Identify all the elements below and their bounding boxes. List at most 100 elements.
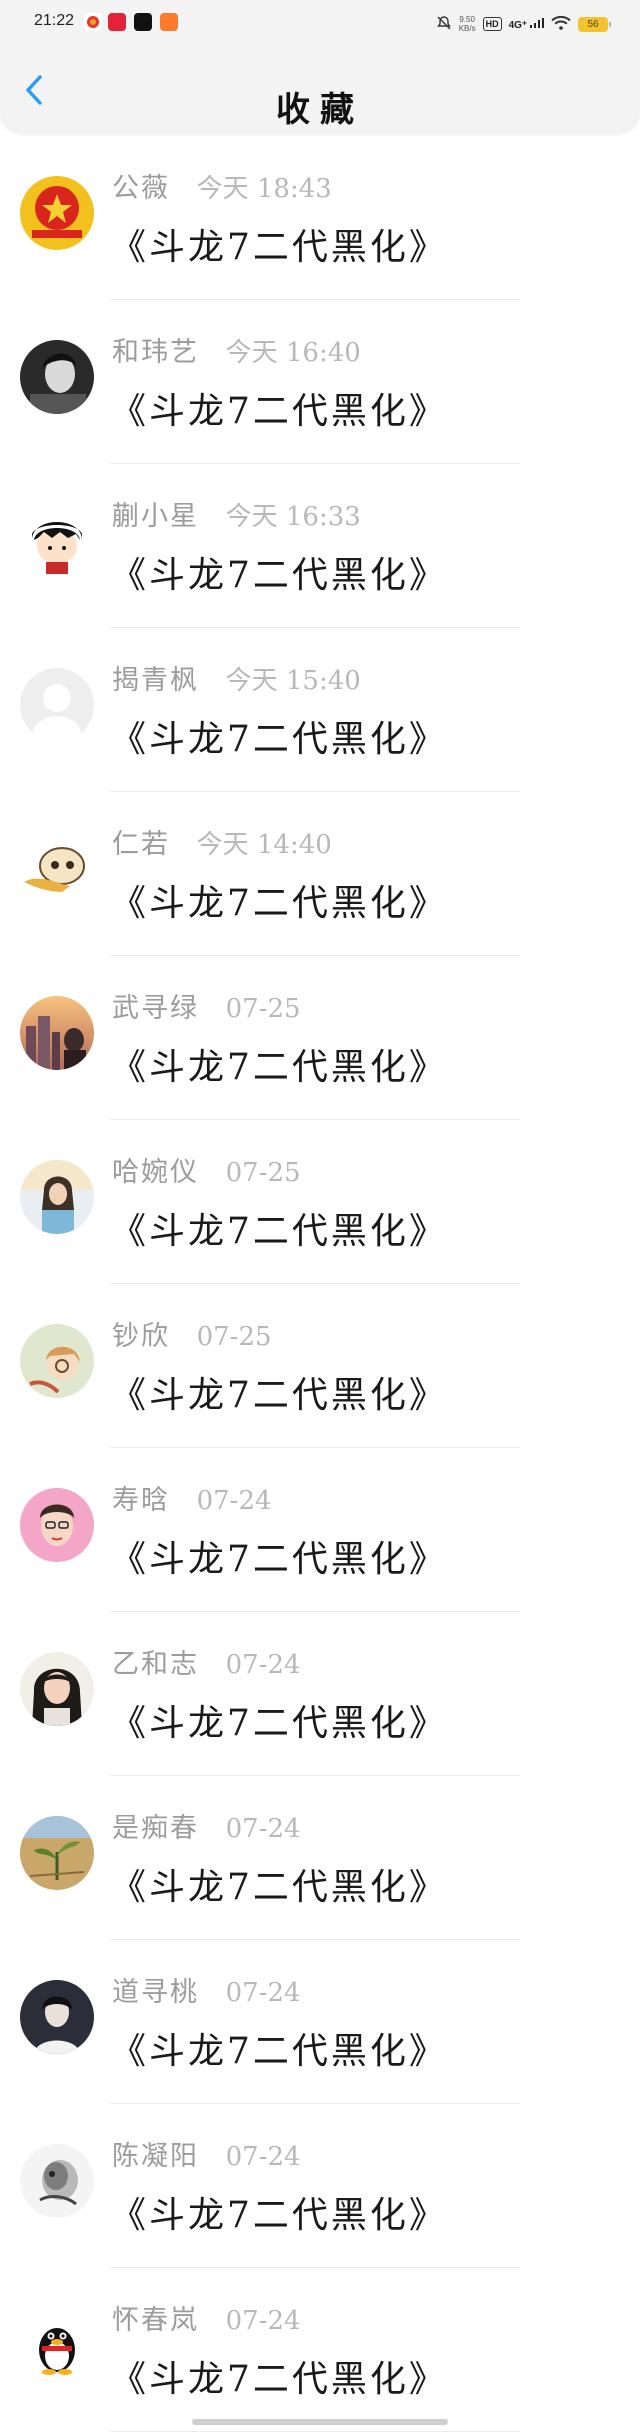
timestamp: 今天 16:33 — [225, 502, 361, 532]
favorite-title: 《斗龙7二代黑化》 — [110, 1867, 448, 1908]
list-item[interactable]: 寿晗 07-24 《斗龙7二代黑化》 — [0, 1448, 640, 1612]
cartoon-girl-icon[interactable] — [20, 504, 94, 578]
favorite-title: 《斗龙7二代黑化》 — [110, 2031, 448, 2072]
timestamp: 07-24 — [225, 2306, 301, 2336]
status-indicators: 9.50 KB/s HD 4G⁺ 56 — [436, 10, 611, 38]
timestamp: 07-25 — [225, 1158, 301, 1188]
favorites-list: 公薇 今天 18:43 《斗龙7二代黑化》 和玮艺 今天 16:40 《斗龙7二… — [0, 136, 640, 2432]
favorite-title: 《斗龙7二代黑化》 — [110, 391, 448, 432]
item-meta: 怀春岚 07-24 — [112, 2298, 301, 2337]
favorite-title: 《斗龙7二代黑化》 — [110, 1047, 448, 1088]
item-meta: 寿晗 07-24 — [112, 1478, 272, 1517]
list-item[interactable]: 陈凝阳 07-24 《斗龙7二代黑化》 — [0, 2104, 640, 2268]
item-meta: 是痴春 07-24 — [112, 1806, 301, 1845]
city-sunset-icon[interactable] — [20, 996, 94, 1070]
nav-bar: 收藏 — [0, 52, 640, 132]
timestamp: 今天 16:40 — [225, 338, 361, 368]
timestamp: 07-24 — [225, 1814, 301, 1844]
list-item[interactable]: 揭青枫 今天 15:40 《斗龙7二代黑化》 — [0, 628, 640, 792]
item-meta: 蒯小星 今天 16:33 — [112, 494, 361, 533]
list-item[interactable]: 是痴春 07-24 《斗龙7二代黑化》 — [0, 1776, 640, 1940]
item-meta: 仁若 今天 14:40 — [112, 822, 332, 861]
user-name: 武寻绿 — [112, 993, 199, 1024]
user-name: 钞欣 — [112, 1321, 170, 1352]
default-user-icon[interactable] — [20, 668, 94, 742]
timestamp: 今天 14:40 — [196, 830, 332, 860]
list-item[interactable]: 仁若 今天 14:40 《斗龙7二代黑化》 — [0, 792, 640, 956]
penguin-icon[interactable] — [20, 2308, 94, 2382]
net-speed: 9.50 KB/s — [459, 15, 476, 33]
battery-level: 56 — [587, 18, 599, 30]
list-item[interactable]: 公薇 今天 18:43 《斗龙7二代黑化》 — [0, 136, 640, 300]
ink-sketch-icon[interactable] — [20, 2144, 94, 2218]
timestamp: 今天 18:43 — [196, 174, 332, 204]
timestamp: 07-24 — [225, 1978, 301, 2008]
user-name: 陈凝阳 — [112, 2141, 199, 2172]
favorite-title: 《斗龙7二代黑化》 — [110, 555, 448, 596]
bw-portrait-icon[interactable] — [20, 340, 94, 414]
timestamp: 07-24 — [225, 1650, 301, 1680]
item-meta: 乙和志 07-24 — [112, 1642, 301, 1681]
list-item[interactable]: 和玮艺 今天 16:40 《斗龙7二代黑化》 — [0, 300, 640, 464]
timestamp: 07-25 — [196, 1322, 272, 1352]
list-item[interactable]: 武寻绿 07-25 《斗龙7二代黑化》 — [0, 956, 640, 1120]
list-item[interactable]: 怀春岚 07-24 《斗龙7二代黑化》 — [0, 2268, 640, 2432]
user-name: 寿晗 — [112, 1485, 170, 1516]
user-name: 和玮艺 — [112, 337, 199, 368]
timestamp: 今天 15:40 — [225, 666, 361, 696]
favorite-title: 《斗龙7二代黑化》 — [110, 2195, 448, 2236]
tiktok-app-icon — [134, 13, 152, 31]
wifi-icon — [551, 15, 571, 33]
favorite-title: 《斗龙7二代黑化》 — [110, 1375, 448, 1416]
timestamp: 07-24 — [225, 2142, 301, 2172]
item-meta: 陈凝阳 07-24 — [112, 2134, 301, 2173]
anime-girl-icon[interactable] — [20, 1324, 94, 1398]
user-name: 怀春岚 — [112, 2305, 199, 2336]
net-speed-value: 9.50 — [459, 15, 475, 24]
list-item[interactable]: 钞欣 07-25 《斗龙7二代黑化》 — [0, 1284, 640, 1448]
girl-photo-icon[interactable] — [20, 1160, 94, 1234]
user-name: 哈婉仪 — [112, 1157, 199, 1188]
emblem-icon[interactable] — [20, 176, 94, 250]
user-name: 是痴春 — [112, 1813, 199, 1844]
hd-badge: HD — [482, 17, 502, 31]
home-indicator[interactable] — [192, 2419, 448, 2425]
user-name: 蒯小星 — [112, 501, 199, 532]
list-item[interactable]: 蒯小星 今天 16:33 《斗龙7二代黑化》 — [0, 464, 640, 628]
sprout-icon[interactable] — [20, 1816, 94, 1890]
cartoon-cat-icon[interactable] — [20, 832, 94, 906]
pink-portrait-icon[interactable] — [20, 1488, 94, 1562]
weibo-app-icon — [84, 13, 102, 31]
status-time: 21:22 — [34, 12, 75, 29]
list-item[interactable]: 哈婉仪 07-25 《斗龙7二代黑化》 — [0, 1120, 640, 1284]
red-app-icon — [108, 13, 126, 31]
item-meta: 和玮艺 今天 16:40 — [112, 330, 361, 369]
orange-app-icon — [160, 13, 178, 31]
favorite-title: 《斗龙7二代黑化》 — [110, 719, 448, 760]
item-meta: 道寻桃 07-24 — [112, 1970, 301, 2009]
item-meta: 公薇 今天 18:43 — [112, 166, 332, 205]
network-type: 4G⁺ — [508, 17, 544, 31]
item-meta: 揭青枫 今天 15:40 — [112, 658, 361, 697]
status-bar: 21:22 9.50 KB/s HD 4G⁺ 56 — [0, 0, 640, 52]
favorite-title: 《斗龙7二代黑化》 — [110, 2359, 448, 2400]
favorite-title: 《斗龙7二代黑化》 — [110, 1539, 448, 1580]
woman-portrait-icon[interactable] — [20, 1652, 94, 1726]
user-name: 乙和志 — [112, 1649, 199, 1680]
list-item[interactable]: 乙和志 07-24 《斗龙7二代黑化》 — [0, 1612, 640, 1776]
item-meta: 哈婉仪 07-25 — [112, 1150, 301, 1189]
user-name: 揭青枫 — [112, 665, 199, 696]
network-label: 4G⁺ — [508, 19, 528, 31]
page-title: 收藏 — [276, 90, 364, 130]
net-speed-unit: KB/s — [458, 24, 476, 33]
user-name: 公薇 — [112, 173, 170, 204]
favorite-title: 《斗龙7二代黑化》 — [110, 227, 448, 268]
bell-muted-icon — [436, 15, 452, 34]
item-meta: 钞欣 07-25 — [112, 1314, 272, 1353]
item-meta: 武寻绿 07-25 — [112, 986, 301, 1025]
list-item[interactable]: 道寻桃 07-24 《斗龙7二代黑化》 — [0, 1940, 640, 2104]
battery-indicator: 56 — [578, 16, 611, 32]
signal-icon — [530, 17, 544, 28]
dark-portrait-icon[interactable] — [20, 1980, 94, 2054]
timestamp: 07-24 — [196, 1486, 272, 1516]
